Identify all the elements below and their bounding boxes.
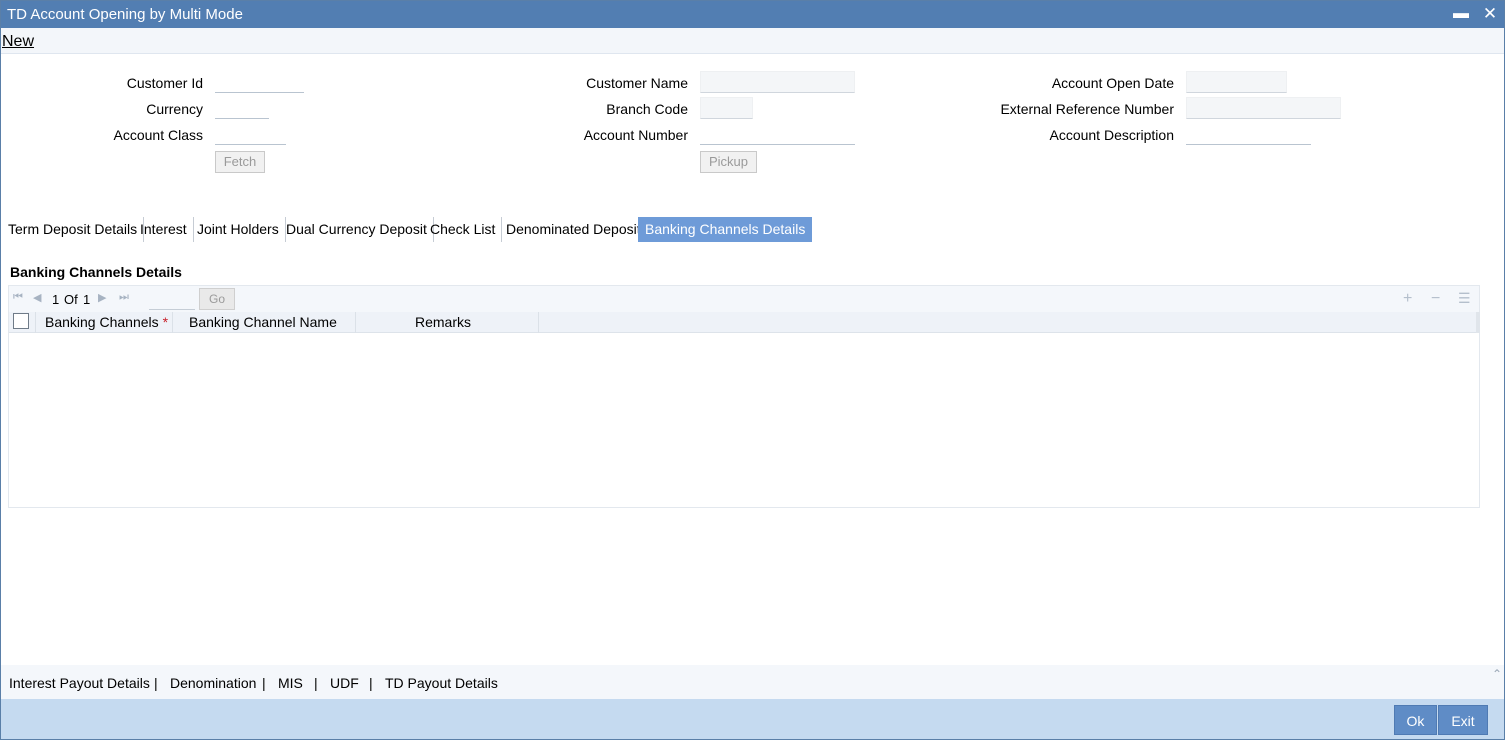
branch-code-label: Branch Code — [606, 101, 688, 117]
denomination-link[interactable]: Denomination — [170, 675, 256, 691]
link-separator: | — [262, 675, 266, 691]
required-mark: * — [162, 314, 169, 330]
tab-denominated-deposit[interactable]: Denominated Deposit — [499, 217, 648, 242]
mis-link[interactable]: MIS — [278, 675, 303, 691]
td-payout-details-link[interactable]: TD Payout Details — [385, 675, 498, 691]
tab-strip: Term Deposit Details Interest Joint Hold… — [1, 217, 1504, 243]
add-row-icon[interactable]: + — [1403, 290, 1412, 308]
minimize-icon[interactable]: ▬ — [1450, 4, 1472, 24]
branch-code-input[interactable] — [700, 97, 753, 119]
column-banking-channels[interactable]: Banking Channels * — [36, 312, 173, 333]
title-bar: TD Account Opening by Multi Mode ▬ ✕ — [1, 1, 1504, 28]
window-title: TD Account Opening by Multi Mode — [7, 6, 243, 23]
new-link[interactable]: New — [2, 33, 34, 51]
tab-term-deposit-details[interactable]: Term Deposit Details — [1, 217, 145, 242]
account-number-label: Account Number — [583, 127, 688, 143]
banking-channels-grid: ⏮ ◀ 1 Of 1 ▶ ⏭ Go + − ☰ Banking Channels… — [8, 285, 1480, 508]
fetch-button[interactable]: Fetch — [215, 151, 265, 173]
menu-bar: New — [1, 28, 1504, 54]
currency-input[interactable] — [215, 97, 269, 119]
td-account-opening-window: TD Account Opening by Multi Mode ▬ ✕ New… — [0, 0, 1505, 740]
udf-link[interactable]: UDF — [330, 675, 359, 691]
account-open-date-input[interactable] — [1186, 71, 1287, 93]
chevron-up-icon[interactable]: ⌃ — [1492, 667, 1502, 681]
section-title: Banking Channels Details — [10, 264, 182, 280]
customer-id-input[interactable] — [215, 71, 304, 93]
account-class-label: Account Class — [113, 127, 203, 143]
page-of-label: Of — [64, 292, 78, 307]
account-description-label: Account Description — [1049, 127, 1174, 143]
column-banking-channel-name[interactable]: Banking Channel Name — [173, 312, 356, 333]
column-banking-channels-label: Banking Channels — [45, 314, 159, 330]
account-open-date-label: Account Open Date — [1051, 75, 1174, 91]
next-page-icon[interactable]: ▶ — [98, 291, 106, 304]
grid-scrollbar[interactable] — [1476, 312, 1480, 333]
pickup-button[interactable]: Pickup — [700, 151, 757, 173]
account-description-input[interactable] — [1186, 123, 1311, 145]
link-separator: | — [369, 675, 373, 691]
link-separator: | — [314, 675, 318, 691]
ok-button[interactable]: Ok — [1394, 705, 1437, 735]
single-view-icon[interactable]: ☰ — [1458, 290, 1471, 307]
first-page-icon[interactable]: ⏮ — [13, 291, 23, 304]
account-number-input[interactable] — [700, 123, 855, 145]
customer-name-label: Customer Name — [586, 75, 688, 91]
total-pages: 1 — [83, 292, 91, 307]
external-reference-input[interactable] — [1186, 97, 1341, 119]
account-class-input[interactable] — [215, 123, 286, 145]
column-remarks[interactable]: Remarks — [356, 312, 539, 333]
interest-payout-details-link[interactable]: Interest Payout Details — [9, 675, 150, 691]
tab-dual-currency-deposit[interactable]: Dual Currency Deposit — [279, 217, 434, 242]
close-icon[interactable]: ✕ — [1479, 4, 1501, 24]
tab-banking-channels-details[interactable]: Banking Channels Details — [638, 217, 813, 242]
page-number-input[interactable] — [149, 290, 195, 310]
bottom-link-bar: Interest Payout Details | Denomination |… — [1, 665, 1504, 699]
grid-header: Banking Channels * Banking Channel Name R… — [9, 312, 1479, 333]
customer-name-input[interactable] — [700, 71, 855, 93]
link-separator: | — [154, 675, 158, 691]
tab-interest[interactable]: Interest — [133, 217, 194, 242]
currency-label: Currency — [146, 101, 203, 117]
tab-check-list[interactable]: Check List — [423, 217, 503, 242]
external-reference-label: External Reference Number — [1000, 101, 1174, 117]
footer-bar: Ok Exit — [1, 699, 1504, 739]
current-page: 1 — [52, 292, 60, 307]
customer-id-label: Customer Id — [126, 75, 203, 91]
grid-pager: ⏮ ◀ 1 Of 1 ▶ ⏭ Go + − ☰ — [9, 286, 1479, 312]
prev-page-icon[interactable]: ◀ — [33, 291, 41, 304]
tab-joint-holders[interactable]: Joint Holders — [190, 217, 286, 242]
delete-row-icon[interactable]: − — [1431, 290, 1440, 308]
go-button[interactable]: Go — [199, 288, 235, 310]
exit-button[interactable]: Exit — [1438, 705, 1488, 735]
select-all-checkbox[interactable] — [13, 313, 29, 329]
last-page-icon[interactable]: ⏭ — [119, 291, 129, 304]
